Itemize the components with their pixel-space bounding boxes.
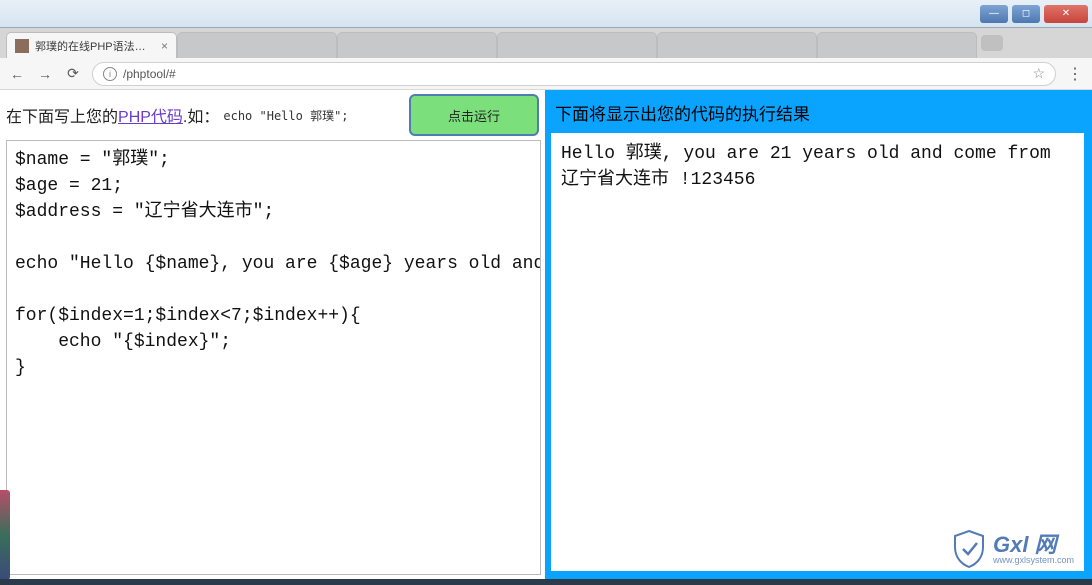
editor-instruction: 在下面写上您的PHP代码.如： [6,103,219,127]
editor-column: 在下面写上您的PHP代码.如： echo "Hello 郭璞"; 点击运行 [0,90,545,579]
reload-button[interactable]: ⟳ [64,65,82,83]
bookmark-star-icon[interactable]: ☆ [1032,65,1045,82]
url-text: /phptool/# [123,67,176,81]
browser-tab-inactive[interactable] [177,32,337,58]
window-minimize-button[interactable]: — [980,5,1008,23]
address-bar[interactable]: i /phptool/# ☆ [92,62,1056,86]
browser-tabstrip: 郭璞的在线PHP语法练习 × [0,28,1092,58]
browser-toolbar: ← → ⟳ i /phptool/# ☆ ⋮ [0,58,1092,90]
php-code-link[interactable]: PHP代码 [118,109,183,126]
browser-tab-inactive[interactable] [817,32,977,58]
windows-taskbar [0,579,1092,585]
window-titlebar: — ◻ ✕ [0,0,1092,28]
browser-tab-inactive[interactable] [497,32,657,58]
chrome-menu-button[interactable]: ⋮ [1066,65,1084,83]
forward-button[interactable]: → [36,65,54,83]
tab-title: 郭璞的在线PHP语法练习 [35,38,155,54]
code-editor[interactable] [6,140,541,575]
favicon-icon [15,39,29,53]
window-maximize-button[interactable]: ◻ [1012,5,1040,23]
editor-header: 在下面写上您的PHP代码.如： echo "Hello 郭璞"; 点击运行 [0,90,545,138]
run-button[interactable]: 点击运行 [409,94,539,136]
result-output: Hello 郭璞, you are 21 years old and come … [551,133,1084,571]
browser-tab-inactive[interactable] [657,32,817,58]
result-column: 下面将显示出您的代码的执行结果 Hello 郭璞, you are 21 yea… [545,90,1092,579]
back-button[interactable]: ← [8,65,26,83]
browser-tab-inactive[interactable] [337,32,497,58]
side-widget[interactable] [0,490,10,579]
editor-hint: echo "Hello 郭璞"; [223,107,348,124]
window-close-button[interactable]: ✕ [1044,5,1088,23]
tab-close-icon[interactable]: × [161,39,168,53]
editor-wrap [0,138,545,579]
site-info-icon[interactable]: i [103,67,117,81]
page-content: 在下面写上您的PHP代码.如： echo "Hello 郭璞"; 点击运行 下面… [0,90,1092,579]
result-heading: 下面将显示出您的代码的执行结果 [545,90,1092,133]
browser-tab-active[interactable]: 郭璞的在线PHP语法练习 × [6,32,177,58]
new-tab-button[interactable] [981,35,1003,51]
window-controls: — ◻ ✕ [980,0,1088,27]
